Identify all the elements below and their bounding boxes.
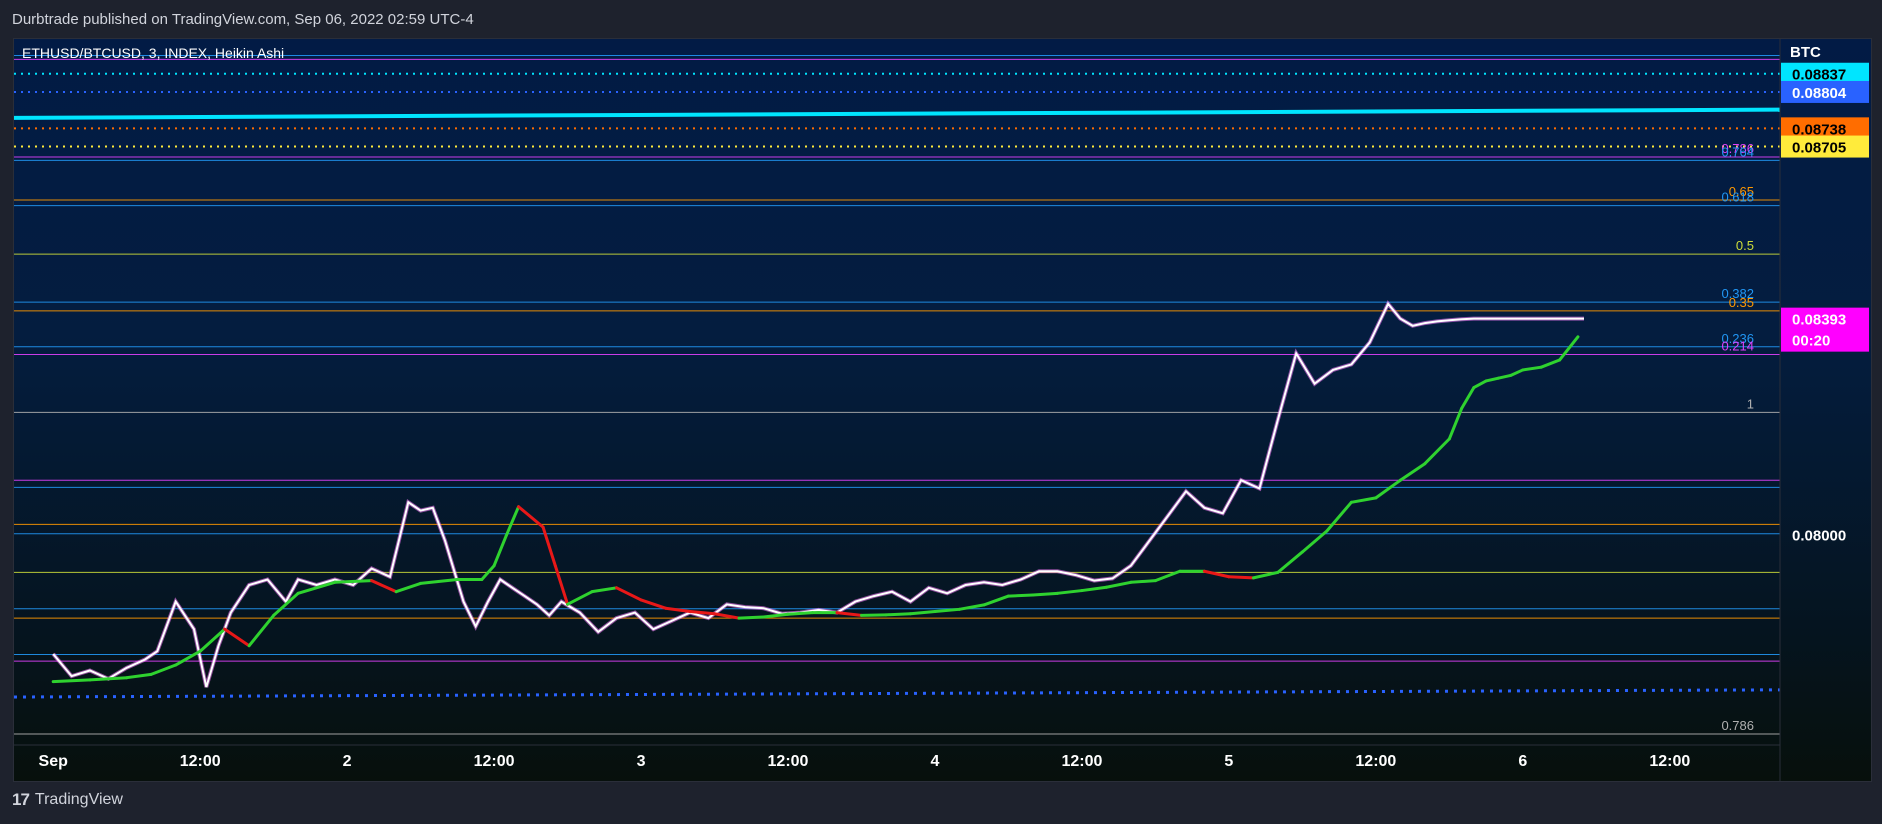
moving-average-segment: [1006, 593, 1035, 598]
time-axis-label: 6: [1518, 753, 1527, 770]
price-axis-label: 0.08000: [1792, 527, 1846, 544]
fibonacci-levels: [14, 55, 1780, 735]
moving-average-segment: [223, 627, 251, 648]
fibonacci-labels: 0.7860.7640.650.6180.50.3820.350.2360.21…: [1721, 141, 1754, 733]
horizontal-ray-lines: [13, 72, 1781, 699]
moving-average-segment: [1558, 335, 1580, 362]
trend-line: [13, 107, 1781, 120]
moving-average-segment: [737, 615, 766, 620]
moving-average-segment: [492, 533, 508, 568]
time-axis-label: 2: [343, 753, 352, 770]
moving-average-segment: [553, 564, 570, 606]
moving-average-segment: [1539, 358, 1562, 369]
publisher-bar: Durbtrade published on TradingView.com, …: [0, 0, 1882, 38]
moving-average-segment: [713, 612, 741, 620]
time-axis-label: 12:00: [474, 753, 515, 770]
moving-average-segment: [1227, 575, 1255, 580]
tradingview-logo-icon: 17: [12, 790, 30, 809]
moving-average-segment: [1496, 373, 1513, 380]
chart-area[interactable]: ETHUSD/BTCUSD, 3, INDEX, Heikin Ashi BTC…: [13, 38, 1872, 782]
moving-average-segment: [1276, 550, 1304, 574]
time-axis-label: 5: [1224, 753, 1233, 770]
moving-average-segment: [541, 525, 557, 568]
moving-average-segment: [1080, 585, 1108, 593]
fib-level-label: 1: [1747, 396, 1754, 411]
moving-average-segment: [884, 612, 912, 617]
price-tag-label: 0.08393: [1792, 312, 1846, 329]
moving-average-segment: [149, 663, 178, 676]
publisher-text: Durbtrade published on TradingView.com, …: [12, 11, 474, 28]
time-axis-label: 12:00: [768, 753, 809, 770]
moving-average-segment: [88, 676, 129, 682]
dotted-support-line: [13, 688, 1781, 699]
moving-average-segment: [1398, 462, 1427, 482]
moving-average-segment: [1374, 478, 1402, 500]
price-series: [51, 300, 1584, 688]
moving-average-segment: [333, 579, 374, 584]
time-axis-label: 4: [931, 753, 940, 770]
fib-level-label: 0.618: [1721, 190, 1754, 205]
moving-average-segment: [51, 678, 92, 684]
currency-label: BTC: [1790, 44, 1821, 61]
tradingview-logo[interactable]: 17 TradingView: [12, 790, 123, 810]
moving-average-segment: [615, 586, 643, 602]
moving-average-segment: [762, 612, 790, 619]
moving-average-segment: [1031, 591, 1059, 597]
fib-level-label: 0.764: [1721, 144, 1754, 159]
time-axis-label: 3: [637, 753, 646, 770]
price-tag-label: 0.08705: [1792, 140, 1846, 157]
time-axis[interactable]: Sep 12:00 2 12:00 3 12:00 4 12:00 5 12:00 6 12:00: [39, 753, 1691, 770]
tradingview-brand: TradingView: [34, 791, 123, 808]
moving-average-segment: [566, 590, 594, 606]
moving-average-segment: [419, 578, 459, 585]
moving-average-segment: [1509, 368, 1525, 377]
price-tag-label: 0.08804: [1792, 85, 1847, 102]
fib-level-label: 0.786: [1721, 718, 1754, 733]
moving-average-segment: [1055, 589, 1084, 595]
time-axis-label: 12:00: [1649, 753, 1690, 770]
moving-average-segment: [1423, 437, 1451, 466]
moving-average-segment: [1447, 407, 1464, 441]
moving-average-segment: [1460, 386, 1476, 411]
moving-average-segment: [786, 611, 814, 616]
moving-average-segment: [835, 611, 863, 617]
moving-average-segment: [1484, 376, 1500, 383]
moving-average-segment: [1521, 365, 1543, 372]
price-axis[interactable]: 0.08000: [1792, 527, 1846, 544]
time-axis-label: 12:00: [1355, 753, 1396, 770]
chart-svg[interactable]: ETHUSD/BTCUSD, 3, INDEX, Heikin Ashi BTC…: [13, 39, 1871, 781]
moving-average: [51, 335, 1580, 684]
moving-average-segment: [1104, 580, 1133, 589]
fib-level-label: 0.5: [1736, 238, 1754, 253]
time-axis-label: 12:00: [180, 753, 221, 770]
time-axis-label: Sep: [39, 753, 69, 770]
cyan-trend-line: [13, 107, 1781, 120]
price-tag-countdown: 00:20: [1792, 333, 1830, 350]
price-series-line: [52, 301, 1584, 688]
moving-average-segment: [982, 594, 1010, 607]
moving-average-segment: [859, 613, 888, 617]
moving-average-segment: [908, 610, 937, 616]
moving-average-segment: [1349, 496, 1378, 504]
moving-average-segment: [933, 607, 961, 614]
symbol-title: ETHUSD/BTCUSD, 3, INDEX, Heikin Ashi: [22, 45, 284, 61]
moving-average-segment: [1129, 579, 1157, 584]
moving-average-segment: [1472, 379, 1488, 390]
moving-average-segment: [125, 672, 153, 680]
moving-average-segment: [394, 581, 423, 594]
fib-level-label: 0.35: [1729, 295, 1754, 310]
time-axis-label: 12:00: [1061, 753, 1102, 770]
moving-average-segment: [1251, 570, 1280, 580]
moving-average-segment: [370, 579, 398, 594]
fib-level-label: 0.214: [1721, 338, 1754, 353]
moving-average-segment: [174, 649, 202, 667]
moving-average-segment: [504, 505, 521, 537]
moving-average-segment: [639, 598, 668, 610]
price-tags: 0.088370.088040.087380.087050.0839300:20: [1781, 62, 1869, 352]
moving-average-segment: [590, 586, 619, 594]
moving-average-segment: [272, 591, 300, 617]
moving-average-segment: [1325, 500, 1353, 533]
moving-average-segment: [247, 613, 276, 648]
